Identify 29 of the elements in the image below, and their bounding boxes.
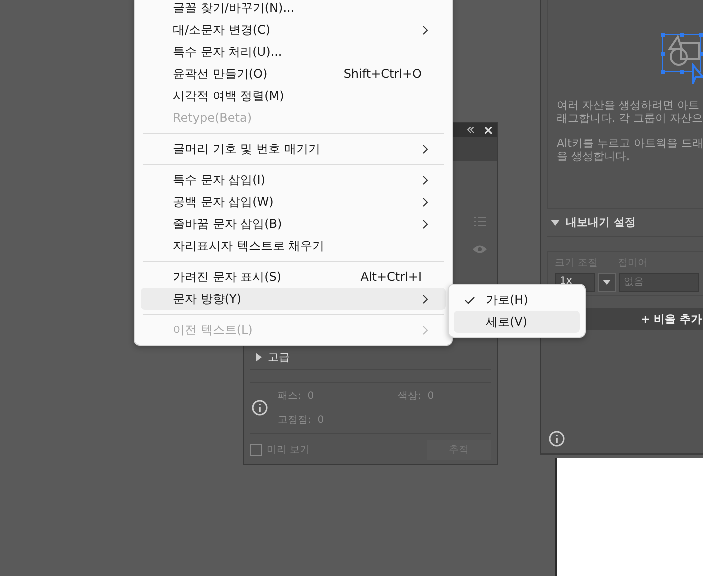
- disclosure-triangle-icon[interactable]: [256, 353, 262, 362]
- collapse-icon[interactable]: [467, 127, 475, 133]
- hint-text: 래그합니다. 각 그룹이 자산으: [557, 112, 703, 125]
- scale-dropdown-button[interactable]: [598, 273, 616, 292]
- info-icon: [252, 400, 268, 416]
- menu-item[interactable]: 특수 문자 처리(U)...: [141, 41, 446, 63]
- info-icon: [549, 431, 565, 447]
- menu-item[interactable]: 공백 문자 삽입(W): [141, 191, 446, 213]
- menu-item[interactable]: 특수 문자 삽입(I): [141, 169, 446, 191]
- preview-checkbox[interactable]: [250, 444, 262, 456]
- menu-item[interactable]: 줄바꿈 문자 삽입(B): [141, 213, 446, 235]
- menu-item[interactable]: 윤곽선 만들기(O) Shift+Ctrl+O: [141, 63, 446, 85]
- hint-text: Alt키를 누르고 아트웍을 드래: [557, 137, 703, 150]
- menu-item[interactable]: 자리표시자 텍스트로 채우기: [141, 235, 446, 257]
- menu-item[interactable]: 가려진 문자 표시(S) Alt+Ctrl+I: [141, 266, 446, 288]
- close-icon[interactable]: [485, 126, 492, 134]
- caret-icon: [603, 280, 611, 285]
- menu-item[interactable]: 글꼴 찾기/바꾸기(N)...: [141, 0, 446, 19]
- hint-text: 여러 자산을 생성하려면 아트: [557, 99, 700, 112]
- submenu-item[interactable]: 세로(V): [454, 311, 580, 333]
- disclosure-triangle-icon[interactable]: [551, 220, 560, 226]
- menu-item[interactable]: 대/소문자 변경(C): [141, 19, 446, 41]
- submenu-item[interactable]: 가로(H): [454, 289, 580, 311]
- menu-item[interactable]: 글머리 기호 및 번호 매기기: [141, 138, 446, 160]
- advanced-label[interactable]: 고급: [268, 350, 290, 365]
- menu-item[interactable]: 시각적 여백 정렬(M): [141, 85, 446, 107]
- hint-text: 을 생성합니다.: [557, 150, 631, 163]
- menu-item[interactable]: 문자 방향(Y): [141, 288, 446, 310]
- export-settings-label[interactable]: 내보내기 설정: [566, 215, 636, 230]
